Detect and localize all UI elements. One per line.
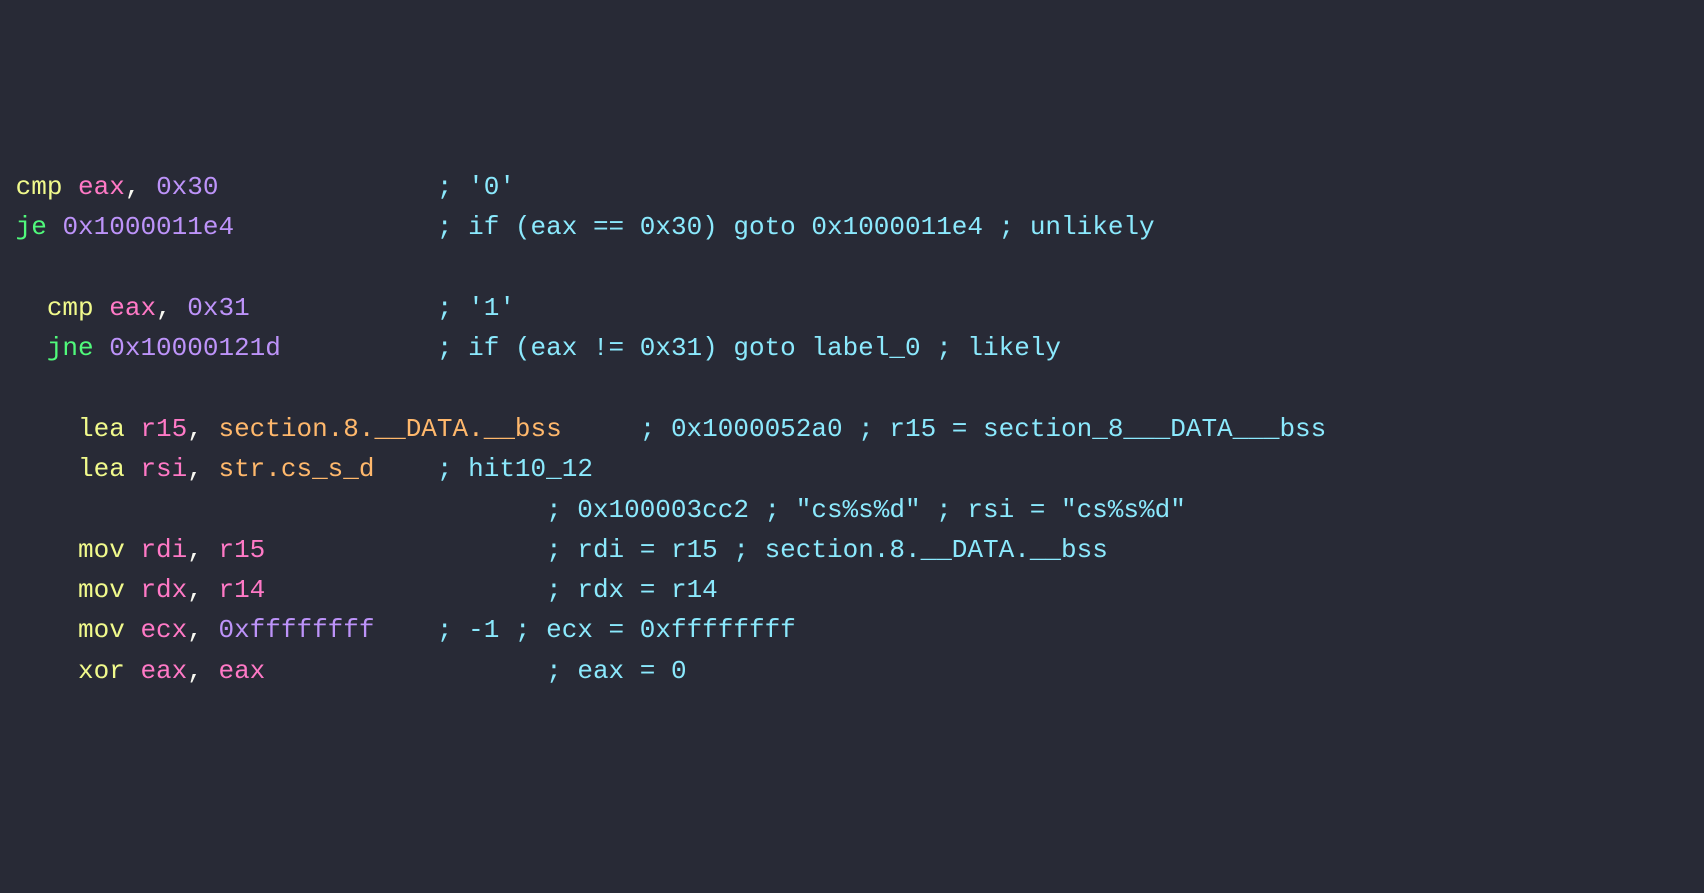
asm-line: jne 0x10000121d ; if (eax != 0x31) goto … [0, 328, 1704, 368]
asm-line [0, 248, 1704, 288]
punct [125, 615, 141, 645]
mnemonic: lea [78, 414, 125, 444]
punct [62, 172, 78, 202]
asm-line: cmp eax, 0x30 ; '0' [0, 167, 1704, 207]
register: rsi [140, 454, 187, 484]
mnemonic: mov [78, 615, 125, 645]
asm-line: mov rdx, r14 ; rdx = r14 [0, 570, 1704, 610]
symbol: section.8.__DATA.__bss [218, 414, 561, 444]
comment: ; 0x1000052a0 ; r15 = section_8___DATA__… [640, 414, 1327, 444]
comment: ; '0' [437, 172, 515, 202]
mnemonic: mov [78, 575, 125, 605]
asm-line: xor eax, eax ; eax = 0 [0, 651, 1704, 691]
punct: , [187, 414, 218, 444]
asm-line: lea r15, section.8.__DATA.__bss ; 0x1000… [0, 409, 1704, 449]
punct [94, 333, 110, 363]
comment: ; if (eax != 0x31) goto label_0 ; likely [437, 333, 1061, 363]
comment: ; rdi = r15 ; section.8.__DATA.__bss [546, 535, 1108, 565]
number-literal: 0x30 [156, 172, 218, 202]
register: r15 [140, 414, 187, 444]
punct [125, 535, 141, 565]
punct [47, 212, 63, 242]
mnemonic: je [16, 212, 47, 242]
punct: , [187, 454, 218, 484]
number-literal: 0x1000011e4 [62, 212, 234, 242]
punct: , [187, 535, 218, 565]
comment: ; -1 ; ecx = 0xffffffff [437, 615, 796, 645]
symbol: str.cs_s_d [218, 454, 374, 484]
punct: , [187, 656, 218, 686]
punct: , [187, 615, 218, 645]
asm-line [0, 369, 1704, 409]
register: r14 [218, 575, 265, 605]
mnemonic: jne [47, 333, 94, 363]
register: ecx [140, 615, 187, 645]
punct [125, 414, 141, 444]
asm-line: ; 0x100003cc2 ; "cs%s%d" ; rsi = "cs%s%d… [0, 490, 1704, 530]
asm-line: mov rdi, r15 ; rdi = r15 ; section.8.__D… [0, 530, 1704, 570]
mnemonic: mov [78, 535, 125, 565]
mnemonic: xor [78, 656, 125, 686]
comment: ; if (eax == 0x30) goto 0x1000011e4 ; un… [437, 212, 1155, 242]
punct: , [156, 293, 187, 323]
punct: , [125, 172, 156, 202]
comment: ; eax = 0 [546, 656, 686, 686]
register: eax [78, 172, 125, 202]
comment: ; 0x100003cc2 ; "cs%s%d" ; rsi = "cs%s%d… [546, 495, 1186, 525]
number-literal: 0x10000121d [109, 333, 281, 363]
comment: ; hit10_12 [437, 454, 593, 484]
mnemonic: cmp [47, 293, 94, 323]
punct [125, 454, 141, 484]
register: r15 [218, 535, 265, 565]
number-literal: 0xffffffff [218, 615, 374, 645]
register: rdx [140, 575, 187, 605]
number-literal: 0x31 [187, 293, 249, 323]
register: eax [218, 656, 265, 686]
punct: , [187, 575, 218, 605]
asm-line: lea rsi, str.cs_s_d ; hit10_12 [0, 449, 1704, 489]
register: eax [109, 293, 156, 323]
disassembly-listing: cmp eax, 0x30 ; '0' je 0x1000011e4 ; if … [0, 167, 1704, 691]
mnemonic: cmp [16, 172, 63, 202]
comment: ; '1' [437, 293, 515, 323]
asm-line: je 0x1000011e4 ; if (eax == 0x30) goto 0… [0, 207, 1704, 247]
punct [125, 575, 141, 605]
register: rdi [140, 535, 187, 565]
asm-line: cmp eax, 0x31 ; '1' [0, 288, 1704, 328]
punct [125, 656, 141, 686]
asm-line: mov ecx, 0xffffffff ; -1 ; ecx = 0xfffff… [0, 610, 1704, 650]
mnemonic: lea [78, 454, 125, 484]
punct [94, 293, 110, 323]
register: eax [140, 656, 187, 686]
comment: ; rdx = r14 [546, 575, 718, 605]
